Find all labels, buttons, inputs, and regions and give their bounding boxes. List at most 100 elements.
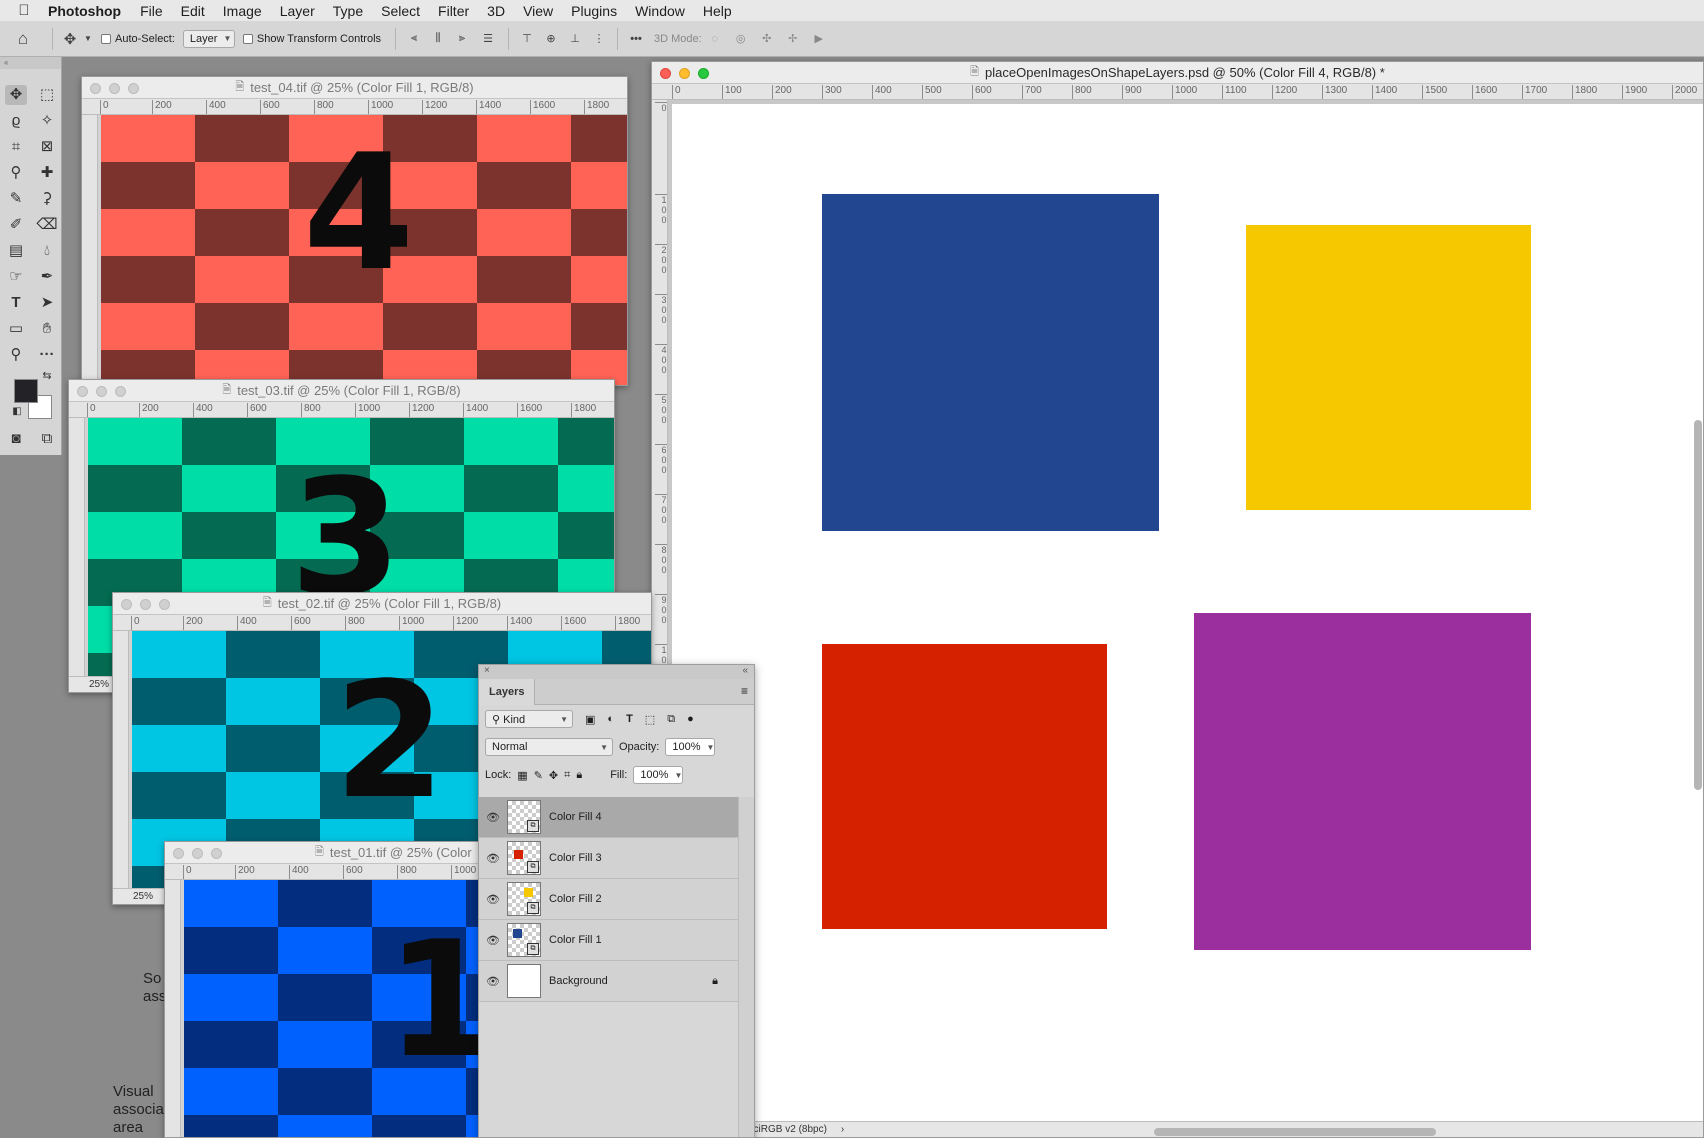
eyedropper-icon[interactable]: ⚲: [5, 163, 27, 183]
color-fill-3-shape[interactable]: [822, 644, 1107, 929]
menu-file[interactable]: File: [140, 3, 163, 19]
apple-icon[interactable]: : [0, 2, 48, 19]
move-icon[interactable]: ✥: [5, 85, 27, 105]
color-fill-4-shape[interactable]: [1194, 613, 1531, 950]
minimize-window-button[interactable]: [679, 68, 690, 79]
minimize-window-button[interactable]: [140, 599, 151, 610]
eye-icon[interactable]: 👁︎: [479, 893, 507, 906]
slide-3d-icon[interactable]: ✢: [780, 32, 806, 45]
vertical-scrollbar[interactable]: [1694, 420, 1702, 790]
path-select-icon[interactable]: ➤: [36, 293, 58, 313]
window-title-bar[interactable]: 🗎︎ test_03.tif @ 25% (Color Fill 1, RGB/…: [69, 380, 614, 402]
home-icon[interactable]: ⌂: [0, 29, 46, 49]
healing-icon[interactable]: ✚: [36, 163, 58, 183]
menu-select[interactable]: Select: [381, 3, 420, 19]
pen-icon[interactable]: ✒: [36, 267, 58, 287]
foreground-color-swatch[interactable]: [14, 379, 38, 403]
horizontal-ruler[interactable]: 0 200 400 600 800 1000: [165, 864, 483, 880]
chevron-down-icon[interactable]: ▼: [81, 34, 95, 43]
close-window-button[interactable]: [90, 83, 101, 94]
eye-icon[interactable]: 👁︎: [479, 934, 507, 947]
zoom-window-button[interactable]: [698, 68, 709, 79]
align-left-icon[interactable]: ⫷: [402, 32, 426, 45]
canvas-area[interactable]: 4: [98, 115, 627, 385]
align-center-icon[interactable]: ⫼: [426, 32, 450, 45]
blend-mode-dropdown[interactable]: Normal ▼: [485, 738, 613, 756]
layer-color-fill-2[interactable]: 👁︎ ⧉ Color Fill 2: [479, 879, 740, 920]
filter-kind-dropdown[interactable]: ⚲ Kind ▼: [485, 710, 573, 728]
filter-shape-icon[interactable]: ⬚: [645, 713, 655, 726]
color-fill-2-shape[interactable]: [1246, 225, 1531, 510]
main-document-window[interactable]: 🗎︎ placeOpenImagesOnShapeLayers.psd @ 50…: [651, 61, 1704, 1138]
tab-layers[interactable]: Layers: [479, 678, 536, 705]
layers-scrollbar[interactable]: [738, 797, 754, 1137]
canvas-area[interactable]: [668, 100, 1703, 1137]
align-top-icon[interactable]: ⊤: [515, 32, 539, 45]
minimize-window-button[interactable]: [192, 848, 203, 859]
layer-color-fill-4[interactable]: 👁︎ ⧉ Color Fill 4: [479, 797, 740, 838]
filter-pixel-icon[interactable]: ▣: [585, 713, 595, 726]
close-panel-icon[interactable]: ×: [484, 665, 490, 676]
horizontal-ruler[interactable]: 0 200 400 600 800 1000 1200 1400 1600 1800: [113, 615, 651, 631]
canvas[interactable]: [672, 104, 1703, 1137]
menu-type[interactable]: Type: [333, 3, 363, 19]
zoom-icon[interactable]: ⚲: [5, 345, 27, 365]
zoom-window-button[interactable]: [128, 83, 139, 94]
menu-plugins[interactable]: Plugins: [571, 3, 617, 19]
align-right-icon[interactable]: ⫸: [450, 32, 474, 45]
screen-mode-icon[interactable]: ⧉: [36, 429, 58, 449]
panel-menu-icon[interactable]: ≡: [741, 684, 748, 698]
layer-color-fill-1[interactable]: 👁︎ ⧉ Color Fill 1: [479, 920, 740, 961]
menu-view[interactable]: View: [523, 3, 553, 19]
zoom-window-button[interactable]: [211, 848, 222, 859]
menu-help[interactable]: Help: [703, 3, 732, 19]
hand-icon[interactable]: ✋︎: [36, 319, 58, 339]
menu-filter[interactable]: Filter: [438, 3, 469, 19]
filter-toggle-icon[interactable]: ●: [687, 713, 694, 725]
minimize-window-button[interactable]: [109, 83, 120, 94]
crop-icon[interactable]: ⌗: [5, 137, 27, 157]
chevron-right-icon[interactable]: ›: [841, 1124, 844, 1135]
layer-background[interactable]: 👁︎ Background 🔒︎: [479, 961, 740, 1002]
gradient-icon[interactable]: ▤: [5, 241, 27, 261]
close-window-button[interactable]: [77, 386, 88, 397]
magic-wand-icon[interactable]: ✧: [36, 111, 58, 131]
menu-app-name[interactable]: Photoshop: [48, 3, 121, 19]
default-colors-icon[interactable]: ◧: [10, 405, 24, 419]
blur-icon[interactable]: 💧︎: [36, 241, 58, 261]
collapse-panel-icon[interactable]: «: [742, 665, 748, 676]
eye-icon[interactable]: 👁︎: [479, 975, 507, 988]
panel-grip-icon[interactable]: «: [0, 57, 61, 69]
eraser-icon[interactable]: ⌫: [36, 215, 58, 235]
filter-adjustment-icon[interactable]: ◐: [607, 713, 614, 725]
menu-window[interactable]: Window: [635, 3, 685, 19]
color-fill-1-shape[interactable]: [822, 194, 1159, 531]
vertical-ruler[interactable]: [113, 631, 129, 904]
vertical-ruler[interactable]: [69, 418, 85, 692]
stamp-icon[interactable]: ⚳: [36, 189, 58, 209]
brush-icon[interactable]: ✎: [5, 189, 27, 209]
filter-type-icon[interactable]: T: [626, 713, 633, 725]
lock-transparent-icon[interactable]: ▦: [517, 769, 527, 782]
opacity-input[interactable]: 100% ▼: [665, 738, 716, 756]
vertical-ruler[interactable]: [82, 115, 98, 385]
menu-image[interactable]: Image: [223, 3, 262, 19]
rectangle-icon[interactable]: ▭: [5, 319, 27, 339]
close-window-button[interactable]: [660, 68, 671, 79]
more-icon[interactable]: ···: [36, 345, 58, 365]
lasso-icon[interactable]: ϱ: [5, 111, 27, 131]
window-title-bar[interactable]: 🗎︎ test_01.tif @ 25% (Color: [165, 842, 483, 864]
document-window-test-01[interactable]: 🗎︎ test_01.tif @ 25% (Color 0 200 400 600 80…: [164, 841, 484, 1138]
window-title-bar[interactable]: 🗎︎ placeOpenImagesOnShapeLayers.psd @ 50…: [652, 62, 1703, 84]
marquee-icon[interactable]: ⬚: [36, 85, 58, 105]
close-window-button[interactable]: [121, 599, 132, 610]
window-title-bar[interactable]: 🗎︎ test_04.tif @ 25% (Color Fill 1, RGB/…: [82, 77, 627, 99]
layer-color-fill-3[interactable]: 👁︎ ⧉ Color Fill 3: [479, 838, 740, 879]
zoom-window-button[interactable]: [159, 599, 170, 610]
lock-artboard-icon[interactable]: ⌗: [564, 769, 570, 782]
frame-icon[interactable]: ⊠: [36, 137, 58, 157]
horizontal-ruler[interactable]: 0 200 400 600 800 1000 1200 1400 1600 1800: [69, 402, 614, 418]
horizontal-ruler[interactable]: 0 200 400 600 800 1000 1200 1400 1600 1800: [82, 99, 627, 115]
auto-select-checkbox[interactable]: [101, 33, 115, 45]
history-brush-icon[interactable]: ✐: [5, 215, 27, 235]
